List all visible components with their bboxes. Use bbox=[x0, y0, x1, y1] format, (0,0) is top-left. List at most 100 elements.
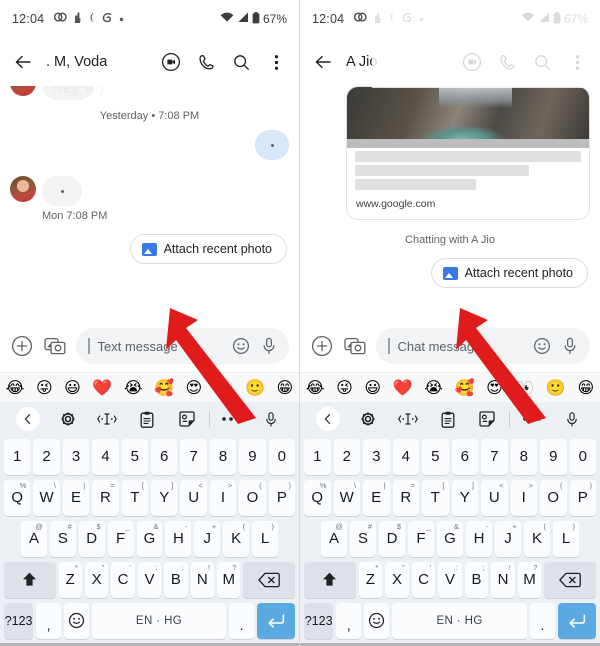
key-z[interactable]: * Z bbox=[358, 561, 383, 598]
backspace-icon[interactable] bbox=[243, 561, 296, 598]
key-k[interactable]: (K bbox=[223, 520, 250, 557]
key-6[interactable]: 6 bbox=[451, 438, 478, 475]
key-4[interactable]: 4 bbox=[392, 438, 419, 475]
key-x[interactable]: " X bbox=[385, 561, 409, 598]
text-message-input[interactable]: Text message bbox=[76, 328, 289, 364]
shift-up-icon[interactable] bbox=[4, 561, 56, 598]
backspace-icon[interactable] bbox=[544, 561, 597, 598]
sticker-icon[interactable] bbox=[167, 406, 207, 432]
arrow-back-icon[interactable] bbox=[10, 49, 36, 75]
key-1[interactable]: 1 bbox=[304, 438, 331, 475]
key-c[interactable]: ' C bbox=[411, 561, 436, 598]
gallery-camera-icon[interactable] bbox=[343, 334, 367, 358]
key-l[interactable]: ) L bbox=[553, 520, 579, 557]
chat-message-input[interactable]: Chat message bbox=[376, 328, 590, 364]
conversation-title[interactable]: . M, Voda bbox=[46, 54, 107, 70]
key-0[interactable]: 0 bbox=[268, 438, 296, 475]
emoji-suggestion[interactable]: 😭 bbox=[124, 379, 143, 396]
comma-key[interactable]: , bbox=[336, 602, 362, 639]
emoji-suggestion[interactable]: 😃 bbox=[364, 379, 381, 396]
gear-icon[interactable] bbox=[48, 406, 88, 432]
key-q[interactable]: % Q bbox=[304, 479, 331, 516]
emoji-suggestion[interactable]: 😁 bbox=[577, 379, 594, 396]
key-m[interactable]: ? M bbox=[517, 561, 542, 598]
search-icon[interactable] bbox=[230, 51, 252, 73]
key-x[interactable]: " X bbox=[84, 561, 109, 598]
phone-call-icon[interactable] bbox=[496, 51, 518, 73]
emoji-suggestion[interactable]: 😍 bbox=[486, 379, 503, 396]
sticker-icon[interactable] bbox=[467, 406, 507, 432]
microphone-icon[interactable] bbox=[552, 406, 592, 432]
keyboard-toolbar-back[interactable] bbox=[8, 406, 48, 432]
key-f[interactable]: _ F bbox=[107, 520, 134, 557]
comma-key[interactable]: , bbox=[36, 602, 62, 639]
gear-icon[interactable] bbox=[348, 406, 388, 432]
emoji-suggestion[interactable]: 👀 bbox=[214, 379, 234, 396]
search-icon[interactable] bbox=[531, 51, 553, 73]
key-b[interactable]: ; B bbox=[164, 561, 188, 598]
key-p[interactable]: ) P bbox=[569, 479, 596, 516]
key-p[interactable]: ) P bbox=[268, 479, 296, 516]
emoji-suggestion[interactable]: 🙂 bbox=[546, 379, 566, 396]
key-3[interactable]: 3 bbox=[62, 438, 90, 475]
key-l[interactable]: ) L bbox=[252, 520, 279, 557]
key-5[interactable]: 5 bbox=[121, 438, 148, 475]
key-m[interactable]: ? M bbox=[217, 561, 241, 598]
key-y[interactable]: ] Y bbox=[151, 479, 178, 516]
key-7[interactable]: 7 bbox=[180, 438, 207, 475]
emoji-suggestion[interactable]: ❤️ bbox=[393, 379, 413, 396]
key-2[interactable]: 2 bbox=[33, 438, 60, 475]
key-t[interactable]: [T bbox=[422, 479, 449, 516]
key-b[interactable]: ; B bbox=[464, 561, 489, 598]
key-o[interactable]: (O bbox=[239, 479, 266, 516]
conversation-title[interactable]: A Jio bbox=[346, 54, 377, 70]
key-i[interactable]: > I bbox=[510, 479, 537, 516]
key-r[interactable]: = R bbox=[392, 479, 419, 516]
arrow-back-icon[interactable] bbox=[310, 49, 336, 75]
chevron-left-icon[interactable] bbox=[15, 407, 40, 431]
key-g[interactable]: & G bbox=[437, 520, 463, 557]
video-call-icon[interactable] bbox=[160, 51, 182, 73]
key-1[interactable]: 1 bbox=[3, 438, 31, 475]
key-f[interactable]: _ F bbox=[408, 520, 434, 557]
emoji-suggestion[interactable]: 😂 bbox=[306, 379, 325, 396]
key-v[interactable]: :V bbox=[438, 561, 462, 598]
key-n[interactable]: ! N bbox=[190, 561, 215, 598]
key-e[interactable]: | E bbox=[363, 479, 390, 516]
emoji-suggestion[interactable]: 🙂 bbox=[245, 379, 265, 396]
emoji-smile-icon[interactable] bbox=[231, 336, 251, 356]
plus-circle-icon[interactable] bbox=[10, 334, 34, 358]
key-u[interactable]: < U bbox=[481, 479, 508, 516]
emoji-suggestion[interactable]: 😃 bbox=[64, 379, 81, 396]
clipboard-icon[interactable] bbox=[127, 406, 167, 432]
keyboard-toolbar-back[interactable] bbox=[308, 406, 348, 432]
emoji-suggestion[interactable]: 🥰 bbox=[455, 379, 475, 396]
key-2[interactable]: 2 bbox=[333, 438, 360, 475]
space-key[interactable]: EN · HG bbox=[392, 602, 527, 639]
enter-return-icon[interactable] bbox=[557, 602, 597, 639]
key-a[interactable]: @ A bbox=[321, 520, 347, 557]
symbols-key[interactable]: ?123 bbox=[4, 602, 34, 639]
video-call-icon[interactable] bbox=[461, 51, 483, 73]
shift-up-icon[interactable] bbox=[303, 561, 356, 598]
link-preview-card[interactable]: www.google.com bbox=[346, 86, 590, 220]
key-s[interactable]: # S bbox=[49, 520, 76, 557]
key-s[interactable]: # S bbox=[350, 520, 376, 557]
emoji-smile-icon[interactable] bbox=[64, 602, 89, 639]
key-j[interactable]: + J bbox=[194, 520, 221, 557]
attach-recent-photo-chip[interactable]: Attach recent photo bbox=[430, 258, 588, 288]
emoji-suggestion[interactable]: 😭 bbox=[424, 379, 443, 396]
gallery-camera-icon[interactable] bbox=[43, 334, 67, 358]
key-k[interactable]: (K bbox=[524, 520, 550, 557]
more-vert-icon[interactable] bbox=[566, 51, 588, 73]
key-g[interactable]: & G bbox=[136, 520, 163, 557]
key-5[interactable]: 5 bbox=[422, 438, 449, 475]
conversation-pane-left[interactable]: Hey Tey Yesterday • 7:08 PM Mon 7:08 PM bbox=[0, 86, 299, 322]
key-a[interactable]: @ A bbox=[21, 520, 47, 557]
key-8[interactable]: 8 bbox=[209, 438, 237, 475]
emoji-suggestion[interactable]: 😍 bbox=[185, 379, 202, 396]
key-w[interactable]: \ W bbox=[33, 479, 60, 516]
emoji-smile-icon[interactable] bbox=[364, 602, 390, 639]
key-z[interactable]: * Z bbox=[58, 561, 82, 598]
key-o[interactable]: (O bbox=[540, 479, 567, 516]
